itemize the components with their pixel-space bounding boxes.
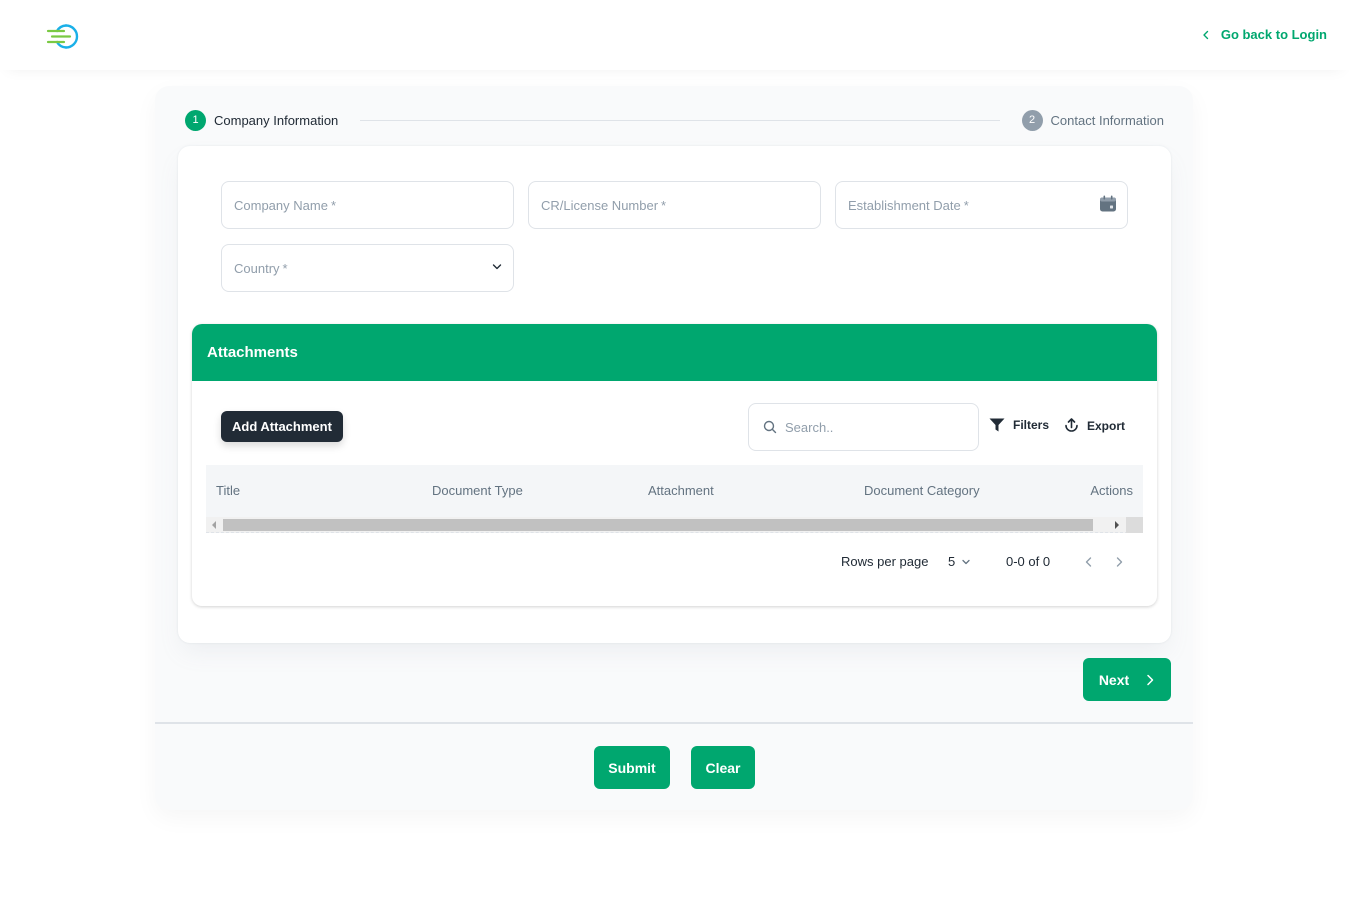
- step-connector: [360, 119, 1000, 121]
- table-header: Title Document Type Attachment Document …: [206, 465, 1143, 517]
- rows-per-page-value: 5: [948, 554, 956, 569]
- license-number-field[interactable]: CR/License Number *: [528, 181, 821, 229]
- scroll-left-icon[interactable]: [212, 521, 216, 529]
- column-header-actions: Actions: [1090, 483, 1133, 498]
- search-icon: [763, 420, 777, 434]
- scroll-thumb[interactable]: [223, 519, 1093, 531]
- next-page-button[interactable]: [1113, 556, 1125, 568]
- required-marker: *: [661, 197, 667, 213]
- step-number: 2: [1021, 109, 1043, 131]
- chevron-left-icon: [1085, 557, 1092, 567]
- logo-icon[interactable]: [46, 20, 86, 52]
- column-header-document-category[interactable]: Document Category: [864, 483, 980, 498]
- column-header-title[interactable]: Title: [216, 483, 240, 498]
- chevron-right-icon: [1147, 674, 1154, 685]
- establishment-date-field[interactable]: Establishment Date *: [835, 181, 1128, 229]
- export-button[interactable]: Export: [1064, 418, 1125, 433]
- rows-per-page-select[interactable]: 5: [948, 554, 971, 569]
- footer-divider: [155, 722, 1193, 724]
- back-link-label: Go back to Login: [1220, 27, 1327, 42]
- establishment-date-placeholder: Establishment Date: [848, 197, 961, 213]
- registration-card: 1 Company Information 2 Contact Informat…: [155, 86, 1193, 810]
- column-header-document-type[interactable]: Document Type: [432, 483, 523, 498]
- attachments-header: Attachments: [192, 324, 1157, 381]
- country-placeholder: Country: [234, 260, 280, 276]
- calendar-icon[interactable]: [1099, 195, 1117, 216]
- company-name-field[interactable]: Company Name *: [221, 181, 514, 229]
- required-marker: *: [282, 260, 288, 276]
- step-number: 1: [185, 109, 206, 131]
- attachments-panel: Attachments Add Attachment Search.. Filt…: [192, 324, 1157, 606]
- license-number-placeholder: CR/License Number: [541, 197, 659, 213]
- search-placeholder: Search..: [785, 419, 834, 435]
- top-bar: Go back to Login: [0, 0, 1349, 70]
- search-input[interactable]: Search..: [748, 403, 979, 451]
- country-select[interactable]: Country *: [221, 244, 514, 292]
- submit-button[interactable]: Submit: [594, 746, 670, 789]
- rows-per-page-label: Rows per page: [841, 554, 929, 569]
- scroll-corner: [1126, 517, 1143, 533]
- filter-icon: [989, 418, 1005, 432]
- export-label: Export: [1087, 418, 1126, 433]
- next-button[interactable]: Next: [1083, 658, 1171, 701]
- required-marker: *: [330, 197, 336, 213]
- chevron-down-icon: [962, 559, 970, 564]
- clear-button[interactable]: Clear: [691, 746, 755, 789]
- step-label: Company Information: [214, 112, 339, 128]
- step-company-information[interactable]: 1 Company Information: [185, 109, 339, 131]
- step-label: Contact Information: [1050, 112, 1164, 128]
- pagination-range: 0-0 of 0: [1006, 554, 1051, 569]
- chevron-down-icon: [491, 261, 503, 276]
- step-contact-information[interactable]: 2 Contact Information: [1021, 109, 1164, 131]
- export-icon: [1065, 418, 1078, 432]
- stepper: 1 Company Information 2 Contact Informat…: [185, 109, 1164, 131]
- required-marker: *: [963, 197, 969, 213]
- go-back-to-login-link[interactable]: Go back to Login: [1201, 27, 1327, 42]
- previous-page-button[interactable]: [1083, 556, 1095, 568]
- horizontal-scrollbar[interactable]: [206, 517, 1143, 533]
- column-header-attachment[interactable]: Attachment: [648, 483, 714, 498]
- scroll-right-icon[interactable]: [1115, 521, 1119, 529]
- company-info-form: Company Name * CR/License Number * Establi…: [178, 146, 1171, 643]
- add-attachment-button[interactable]: Add Attachment: [221, 411, 343, 442]
- next-button-label: Next: [1098, 671, 1130, 688]
- filters-button[interactable]: Filters: [989, 418, 1049, 432]
- company-name-placeholder: Company Name: [234, 197, 328, 213]
- filters-label: Filters: [1013, 418, 1050, 432]
- chevron-right-icon: [1116, 557, 1123, 567]
- chevron-left-icon: [1203, 30, 1209, 39]
